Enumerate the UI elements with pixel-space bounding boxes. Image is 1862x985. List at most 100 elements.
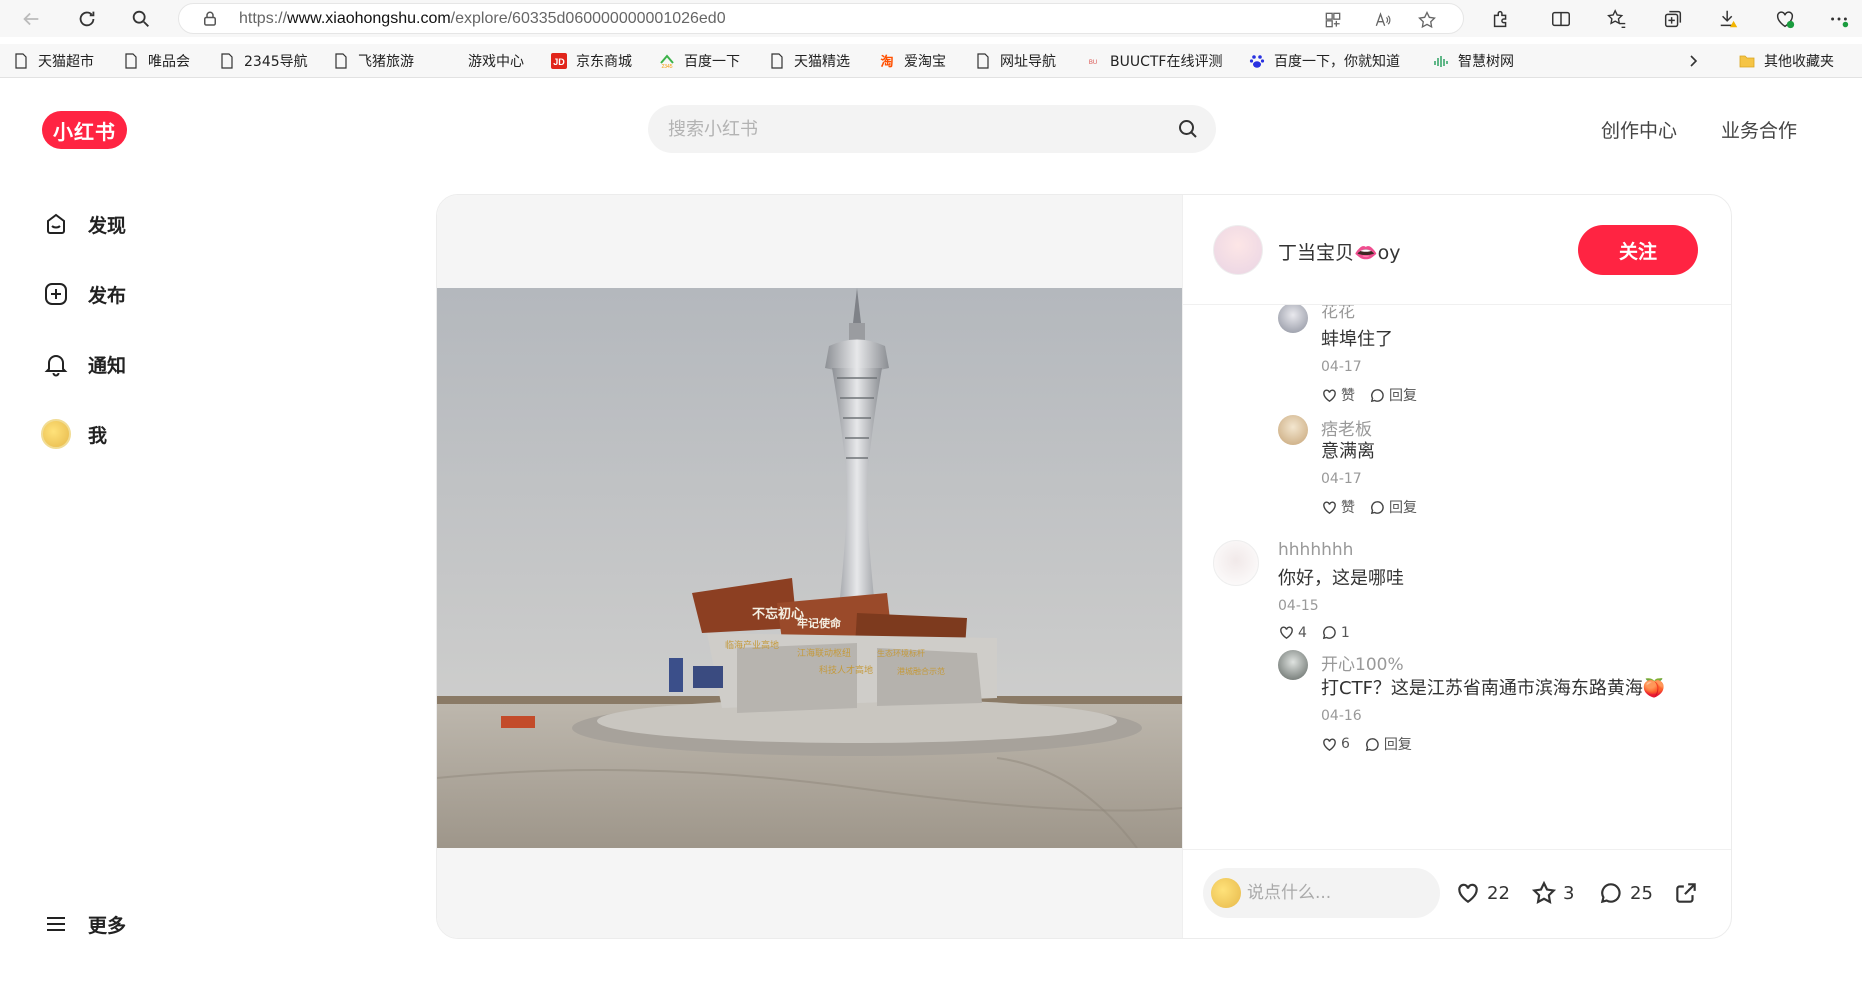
puzzle-icon — [1493, 10, 1507, 28]
like-label: 赞 — [1341, 388, 1355, 404]
commenter-name[interactable]: 花花 — [1321, 305, 1355, 322]
favorites-star-icon — [1607, 9, 1626, 28]
note-photo[interactable]: 不忘初心 牢记使命 临海产业高地 江海联动枢纽 生态环境标杆 科技人才高地 港城… — [437, 288, 1182, 848]
bookmark-label: 天猫精选 — [794, 54, 850, 70]
creator-center-link[interactable]: 创作中心 — [1601, 116, 1677, 143]
bookmark-item[interactable]: 2345 百度一下 — [658, 49, 740, 73]
engagement-bar: 22 3 25 — [1183, 849, 1731, 938]
comment-input[interactable] — [1247, 868, 1427, 918]
collect-button[interactable]: 3 — [1531, 880, 1574, 906]
site-search — [648, 105, 1216, 153]
chat-bubble-icon — [1322, 626, 1336, 640]
bookmarks-overflow-button[interactable] — [1684, 49, 1710, 73]
page-icon — [332, 52, 350, 70]
bookmark-item[interactable]: 唯品会 — [122, 49, 190, 73]
bookmark-folder-other[interactable]: 其他收藏夹 — [1738, 49, 1834, 73]
bookmark-item[interactable]: 2345导航 — [218, 49, 308, 73]
reply-button[interactable]: 回复 — [1369, 497, 1417, 517]
split-screen-button[interactable] — [1546, 4, 1576, 34]
commenter-name[interactable]: hhhhhhh — [1278, 540, 1353, 560]
nav-item-discover[interactable]: 发现 — [40, 204, 126, 244]
bookmark-label: 京东商城 — [576, 54, 632, 70]
bookmark-item[interactable]: 淘 爱淘宝 — [878, 49, 946, 73]
follow-button[interactable]: 关注 — [1578, 225, 1698, 275]
author-name[interactable]: 丁当宝贝👄oy — [1278, 238, 1401, 265]
search-input[interactable] — [668, 105, 1148, 153]
extensions-button[interactable] — [1486, 4, 1516, 34]
reply-button[interactable]: 回复 — [1369, 385, 1417, 405]
page-icon — [974, 52, 992, 70]
like-button[interactable]: 22 — [1455, 880, 1510, 906]
page-icon — [218, 52, 236, 70]
comment-text: 意满离 — [1321, 441, 1375, 462]
arrow-left-icon — [23, 12, 39, 26]
folder-icon — [1738, 52, 1756, 70]
grid-icon — [1325, 12, 1341, 28]
note-card: 不忘初心 牢记使命 临海产业高地 江海联动枢纽 生态环境标杆 科技人才高地 港城… — [436, 194, 1732, 939]
favorite-button[interactable] — [1415, 8, 1439, 32]
commenter-avatar[interactable] — [1213, 540, 1259, 586]
bookmark-label: 智慧树网 — [1458, 54, 1514, 70]
baidu-paw-icon — [1248, 52, 1266, 70]
comment-date: 04-16 — [1321, 708, 1362, 724]
menu-icon — [40, 908, 72, 940]
site-logo[interactable]: 小红书 — [42, 111, 127, 149]
like-button[interactable]: 6 — [1321, 736, 1350, 753]
collections-button[interactable] — [1658, 4, 1688, 34]
settings-more-button[interactable] — [1824, 4, 1854, 34]
bookmark-item[interactable]: 天猫精选 — [768, 49, 850, 73]
favorites-button[interactable] — [1602, 4, 1632, 34]
zhihuishu-logo-icon — [1432, 52, 1450, 70]
commenter-name[interactable]: 开心100% — [1321, 650, 1404, 675]
bookmark-item[interactable]: 游戏中心 — [468, 49, 524, 73]
browser-essentials-button[interactable] — [1770, 4, 1800, 34]
avatar — [1211, 878, 1241, 908]
comment-actions: 赞 回复 — [1321, 497, 1431, 517]
refresh-button[interactable] — [72, 4, 102, 34]
comment-button[interactable]: 25 — [1598, 880, 1653, 906]
like-button[interactable]: 4 — [1278, 624, 1307, 641]
comment-item: hhhhhhh 你好，这是哪哇 04-15 4 1 — [1183, 540, 1731, 650]
downloads-button[interactable] — [1714, 4, 1744, 34]
app-available-button[interactable] — [1321, 8, 1345, 32]
svg-text:2345: 2345 — [661, 64, 672, 69]
bookmarks-bar: 天猫超市 唯品会 2345导航 飞猪旅游 游戏中心 JD 京东商城 2345 百… — [0, 44, 1862, 78]
author-avatar[interactable] — [1213, 225, 1263, 275]
star-icon — [1418, 10, 1436, 29]
bookmark-item[interactable]: BU BUUCTF在线评测 — [1084, 49, 1223, 73]
bookmark-item[interactable]: 天猫超市 — [12, 49, 94, 73]
address-bar[interactable]: https://www.xiaohongshu.com/explore/6033… — [178, 3, 1464, 34]
read-aloud-button[interactable] — [1371, 8, 1395, 32]
nav-item-more[interactable]: 更多 — [40, 904, 126, 944]
chevron-right-icon — [1684, 52, 1702, 70]
like-button[interactable]: 赞 — [1321, 497, 1355, 517]
nav-item-notifications[interactable]: 通知 — [40, 344, 126, 384]
comment-box[interactable] — [1203, 868, 1440, 918]
search-button[interactable] — [126, 4, 156, 34]
bookmark-item[interactable]: 百度一下，你就知道 — [1248, 49, 1400, 73]
comment-text: 你好，这是哪哇 — [1278, 568, 1404, 589]
collect-count: 3 — [1563, 882, 1575, 904]
reply-button[interactable]: 回复 — [1364, 734, 1412, 754]
back-button[interactable] — [16, 4, 46, 34]
reply-button[interactable]: 1 — [1321, 624, 1350, 641]
bookmark-label: 爱淘宝 — [904, 54, 946, 70]
bookmark-item[interactable]: 飞猪旅游 — [332, 49, 414, 73]
search-icon[interactable] — [1176, 117, 1200, 141]
bookmark-item[interactable]: JD 京东商城 — [550, 49, 632, 73]
bookmark-item[interactable]: 网址导航 — [974, 49, 1056, 73]
commenter-avatar[interactable] — [1278, 650, 1308, 680]
like-button[interactable]: 赞 — [1321, 385, 1355, 405]
nav-item-publish[interactable]: 发布 — [40, 274, 126, 314]
share-button[interactable] — [1673, 880, 1705, 906]
commenter-avatar[interactable] — [1278, 305, 1308, 333]
commenter-avatar[interactable] — [1278, 415, 1308, 445]
heart-icon — [1323, 388, 1336, 402]
business-cooperation-link[interactable]: 业务合作 — [1721, 116, 1797, 143]
url-text[interactable]: https://www.xiaohongshu.com/explore/6033… — [239, 10, 726, 28]
comment-date: 04-17 — [1321, 359, 1362, 375]
bookmark-item[interactable]: 智慧树网 — [1432, 49, 1514, 73]
comment-actions: 赞 回复 — [1321, 385, 1431, 405]
nav-item-me[interactable]: 我 — [40, 414, 107, 454]
reply-label: 回复 — [1389, 500, 1417, 516]
